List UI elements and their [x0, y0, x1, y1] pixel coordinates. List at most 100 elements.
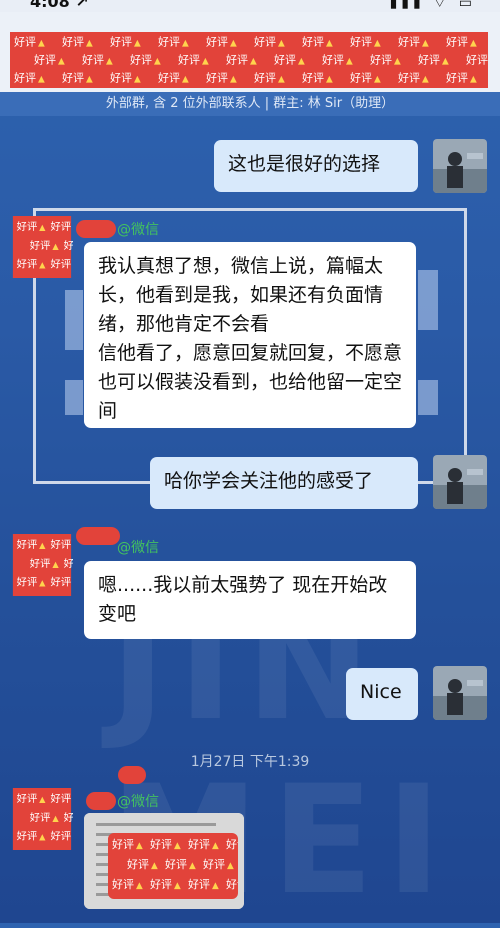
redaction-stamp-text: 好评	[206, 71, 228, 85]
thumbs-up-icon: ▲	[442, 57, 449, 67]
redaction-stamp-text: 好评	[158, 35, 180, 49]
redaction-stamp-text: 好评	[50, 577, 71, 589]
message-bubble-self[interactable]: Nice	[346, 668, 418, 720]
redaction-stamp-text: 好评	[206, 35, 228, 49]
redaction-stamp-text: 好评	[17, 793, 38, 805]
other-avatar-redacted[interactable]: 好评▲好评▲好评▲好评▲好评▲好评▲	[11, 788, 73, 850]
thumbs-up-icon: ▲	[86, 39, 93, 49]
thumbs-up-icon: ▲	[174, 841, 181, 851]
group-info[interactable]: 外部群, 含 2 位外部联系人 | 群主: 林 Sir（助理）	[0, 92, 500, 116]
thumbs-up-icon: ▲	[202, 57, 209, 67]
redaction-stamp-text: 好评	[14, 71, 36, 85]
redaction-stamp-text: 好评	[188, 877, 210, 891]
thumbs-up-icon: ▲	[182, 75, 189, 85]
redaction-stamp-text: 好评	[82, 53, 104, 67]
redaction-stamp-text: 好评	[50, 539, 71, 551]
thumbs-up-icon: ▲	[58, 57, 65, 67]
thumbs-up-icon: ▲	[39, 578, 46, 588]
person-photo-icon	[433, 139, 487, 193]
thumbs-up-icon: ▲	[346, 57, 353, 67]
background-block	[418, 380, 438, 415]
redaction-stamp-text: 好评	[17, 259, 38, 271]
thumbs-up-icon: ▲	[470, 39, 477, 49]
redaction-stamp-text: 好评	[50, 259, 71, 271]
redaction-stamp-text: 好评	[62, 35, 84, 49]
thumbs-up-icon: ▲	[470, 75, 477, 85]
thumbs-up-icon: ▲	[326, 75, 333, 85]
thumbs-up-icon: ▲	[189, 861, 196, 871]
redaction-stamp-text: 好评	[466, 53, 488, 67]
redaction-stamp-text: 好评	[302, 71, 324, 85]
thumbs-up-icon: ▲	[86, 75, 93, 85]
message-bubble-self[interactable]: 这也是很好的选择	[214, 140, 418, 192]
thumbs-up-icon: ▲	[39, 540, 46, 550]
redaction-stamp-text: 好评	[110, 71, 132, 85]
thumbs-up-icon: ▲	[38, 75, 45, 85]
redaction-stamp-text: 好评	[350, 71, 372, 85]
thumbs-up-icon: ▲	[39, 222, 46, 232]
other-avatar-redacted[interactable]: 好评▲好评▲好评▲好评▲好评▲好评▲	[11, 534, 73, 596]
other-avatar-redacted[interactable]: 好评▲好评▲好评▲好评▲好评▲好评▲	[11, 216, 73, 278]
redaction-stamp-text: 好评	[110, 35, 132, 49]
self-avatar[interactable]	[433, 139, 487, 193]
redaction-stamp-text: 好评	[254, 35, 276, 49]
redaction-stamp-text: 好评	[370, 53, 392, 67]
redaction-stamp-text: 好评	[112, 837, 134, 851]
redaction-stamp-text: 好评	[398, 71, 420, 85]
redaction-stamp-text: 好评	[17, 221, 38, 233]
redaction-stamp-text: 好评	[50, 793, 71, 805]
redaction-stamp-text: 好评	[150, 837, 172, 851]
thumbs-up-icon: ▲	[278, 75, 285, 85]
header-redaction-pattern: 好评 ▲ 好评 ▲ 好评 ▲ 好评 ▲ 好评 ▲ 好评 ▲ 好评 ▲ 好评 ▲ 好评 ▲ 好评 ▲好评 ▲ 好评 ▲ 好评 ▲ 好…	[10, 32, 488, 88]
thumbs-up-icon: ▲	[52, 813, 59, 823]
status-bar: 4:08 ↗ ▮▮▮ ⌔ ▭	[0, 0, 500, 12]
redaction-stamp-text: 好评	[34, 53, 56, 67]
image-message[interactable]: 好评▲好评▲好评▲好评▲好评▲好评▲好评▲好评▲好评▲好评▲好评▲	[84, 813, 244, 909]
redaction-stamp-text: 好评	[226, 53, 248, 67]
redaction-stamp-text: 好评	[130, 53, 152, 67]
redaction-stamp-text: 好评	[14, 35, 36, 49]
thumbs-up-icon: ▲	[134, 75, 141, 85]
thumbs-up-icon: ▲	[174, 881, 181, 891]
thumbs-up-icon: ▲	[182, 39, 189, 49]
message-bubble-other[interactable]: 嗯......我以前太强势了 现在开始改变吧	[84, 561, 416, 639]
thumbs-up-icon: ▲	[136, 841, 143, 851]
person-photo-icon	[433, 455, 487, 509]
thumbs-up-icon: ▲	[230, 75, 237, 85]
sender-name-redaction	[76, 220, 116, 238]
redaction-stamp-text: 好评	[64, 240, 73, 252]
thumbs-up-icon: ▲	[326, 39, 333, 49]
thumbs-up-icon: ▲	[39, 832, 46, 842]
message-bubble-other[interactable]: 我认真想了想，微信上说，篇幅太长，他看到是我，如果还有负面情绪，那他肯定不会看 …	[84, 242, 416, 428]
thumbs-up-icon: ▲	[154, 57, 161, 67]
sender-name-redaction	[118, 766, 146, 784]
redaction-stamp-text: 好评	[30, 558, 51, 570]
message-bubble-self[interactable]: 哈你学会关注他的感受了	[150, 457, 418, 509]
self-avatar[interactable]	[433, 666, 487, 720]
chat-timestamp: 1月27日 下午1:39	[190, 754, 310, 770]
thumbs-up-icon: ▲	[227, 861, 234, 871]
sender-name-redaction	[86, 792, 116, 810]
redaction-stamp-text: 好评	[178, 53, 200, 67]
redaction-stamp-text: 好评	[322, 53, 344, 67]
thumbs-up-icon: ▲	[230, 39, 237, 49]
thumbs-up-icon: ▲	[106, 57, 113, 67]
thumbs-up-icon: ▲	[298, 57, 305, 67]
redaction-stamp-text: 好评	[274, 53, 296, 67]
thumbs-up-icon: ▲	[212, 841, 219, 851]
redaction-stamp-text: 好评	[50, 221, 71, 233]
redaction-stamp-text: 好评	[446, 35, 468, 49]
redaction-stamp-text: 好评	[64, 558, 73, 570]
redaction-stamp-text: 好评	[418, 53, 440, 67]
redaction-stamp-text: 好评	[254, 71, 276, 85]
chat-header: 好评 ▲ 好评 ▲ 好评 ▲ 好评 ▲ 好评 ▲ 好评 ▲ 好评 ▲ 好评 ▲ 好评 ▲ 好评 ▲ 好评 ▲ 好评 ▲ 好评 ▲ 好…	[0, 12, 500, 92]
redaction-stamp-text: 好评	[17, 577, 38, 589]
background-block	[418, 270, 438, 330]
thumbs-up-icon: ▲	[52, 241, 59, 251]
redaction-stamp-text: 好评	[203, 857, 225, 871]
redaction-stamp-text: 好评	[112, 877, 134, 891]
status-time: 4:08 ↗	[30, 0, 89, 11]
self-avatar[interactable]	[433, 455, 487, 509]
status-icons: ▮▮▮ ⌔ ▭	[389, 0, 476, 11]
redaction-stamp-text: 好评	[398, 35, 420, 49]
